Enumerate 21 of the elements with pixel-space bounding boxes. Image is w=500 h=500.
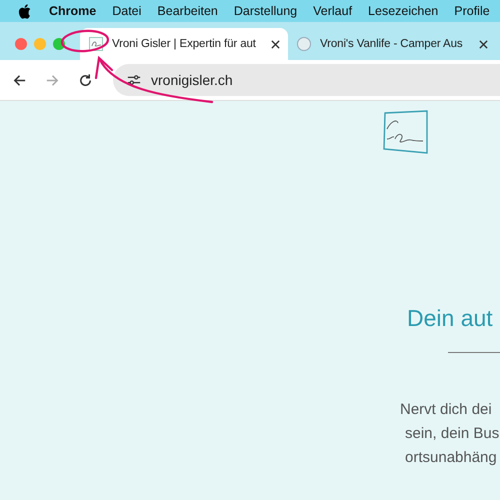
- menu-item[interactable]: Darstellung: [234, 4, 298, 18]
- page-heading: Dein aut: [407, 305, 494, 332]
- browser-tab[interactable]: Vroni's Vanlife - Camper Aus: [288, 28, 496, 60]
- site-settings-icon[interactable]: [127, 73, 141, 87]
- close-tab-icon[interactable]: [271, 40, 280, 48]
- close-tab-icon[interactable]: [479, 40, 488, 48]
- intro-text-line: sein, dein Bus: [404, 424, 500, 444]
- menu-item[interactable]: Lesezeichen: [368, 4, 438, 18]
- signature-logo-drawing: [383, 109, 429, 155]
- menu-item[interactable]: Bearbeiten: [157, 4, 218, 18]
- back-icon[interactable]: [12, 72, 27, 88]
- menu-item[interactable]: Verlauf: [313, 4, 352, 18]
- apple-logo-icon[interactable]: [18, 4, 31, 18]
- intro-text-line: Nervt dich dei: [400, 400, 493, 420]
- reload-icon[interactable]: [78, 72, 93, 88]
- address-bar[interactable]: vronigisler.ch: [113, 64, 500, 96]
- menu-item[interactable]: Profile: [454, 4, 490, 18]
- menu-item[interactable]: Chrome: [49, 4, 96, 18]
- browser-tab[interactable]: Vroni Gisler | Expertin für aut: [80, 28, 288, 60]
- intro-text-line: ortsunabhäng: [404, 448, 498, 468]
- menu-item[interactable]: Datei: [112, 4, 142, 18]
